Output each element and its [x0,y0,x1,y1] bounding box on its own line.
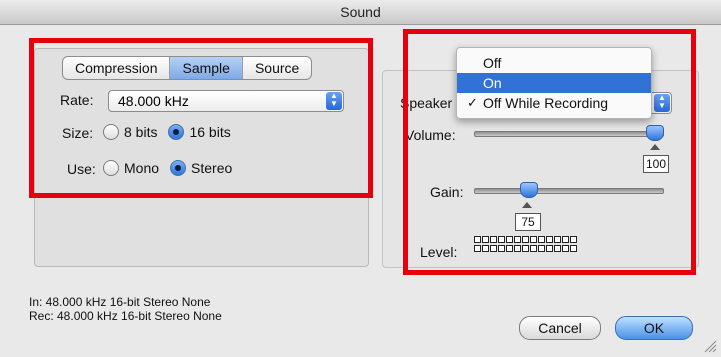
ok-button[interactable]: OK [615,316,693,340]
title-bar[interactable]: Sound [0,0,721,25]
input-format-text: In: 48.000 kHz 16-bit Stereo None [29,295,211,309]
highlight-box-right [403,29,696,275]
highlight-box-left [29,38,373,198]
window-title: Sound [340,4,381,20]
sound-dialog: Sound Compression Sample Source Rate: 48… [0,0,721,357]
record-format-text: Rec: 48.000 kHz 16-bit Stereo None [29,309,222,323]
resize-grip-icon[interactable] [703,339,717,353]
cancel-button[interactable]: Cancel [519,316,601,340]
